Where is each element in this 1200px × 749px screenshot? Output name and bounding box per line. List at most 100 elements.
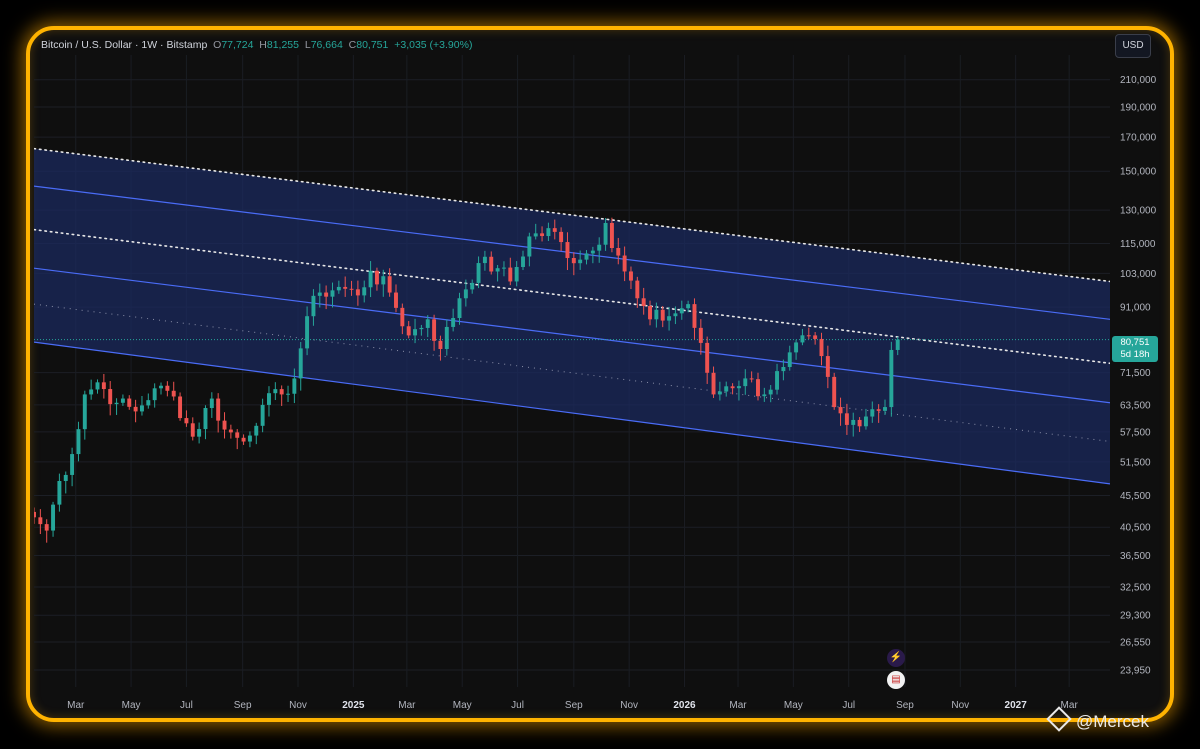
candle-body: [165, 385, 170, 391]
candle-body: [57, 481, 62, 505]
candle: [171, 381, 176, 401]
candle-body: [851, 419, 856, 425]
lightning-event-icon[interactable]: ⚡: [887, 649, 905, 667]
candle-body: [241, 437, 246, 442]
symbol-name[interactable]: Bitcoin / U.S. Dollar · 1W · Bitstamp: [41, 39, 207, 51]
candle: [159, 382, 163, 395]
candle-body: [171, 390, 176, 397]
candle-body: [889, 349, 894, 408]
candle-body: [775, 371, 780, 390]
candle-body: [152, 388, 157, 401]
y-tick-label: 36,500: [1120, 551, 1151, 562]
x-tick-label: May: [122, 700, 141, 711]
candle: [146, 393, 151, 409]
y-tick-label: 115,000: [1120, 239, 1156, 250]
open-value: 77,724: [221, 39, 254, 51]
candle: [286, 385, 290, 402]
x-tick-label: Jul: [511, 700, 524, 711]
y-tick-label: 23,950: [1120, 666, 1151, 677]
candle-body: [844, 413, 849, 425]
x-tick-label: Nov: [951, 700, 969, 711]
candle-body: [228, 429, 233, 433]
candle-body: [70, 454, 75, 475]
candle: [108, 381, 113, 416]
candle: [190, 417, 195, 441]
candle-body: [597, 244, 602, 251]
candle-body: [406, 326, 411, 336]
candle-body: [559, 231, 564, 243]
candle-body: [635, 280, 640, 299]
candle-body: [95, 382, 100, 390]
candle-body: [876, 409, 881, 411]
candle-body: [629, 271, 633, 281]
candle-body: [584, 253, 589, 260]
candle-body: [114, 402, 119, 405]
candle: [34, 507, 36, 524]
candle: [184, 410, 189, 427]
x-tick-label: Sep: [896, 700, 914, 711]
candle-body: [648, 306, 652, 320]
candle-body: [838, 407, 843, 414]
y-tick-label: 190,000: [1120, 102, 1157, 113]
y-tick-label: 170,000: [1120, 133, 1157, 144]
candle: [139, 395, 144, 416]
candle-body: [286, 393, 290, 395]
candle-body: [133, 406, 138, 412]
candle: [120, 394, 125, 406]
candle-body: [184, 418, 189, 424]
us-flag-event-icon[interactable]: ▤: [887, 671, 905, 689]
y-tick-label: 29,300: [1120, 611, 1151, 622]
candle: [267, 386, 271, 417]
candle-body: [349, 288, 354, 290]
candle-body: [432, 319, 437, 341]
candle-body: [743, 378, 748, 387]
candle-body: [686, 304, 691, 309]
candle-body: [501, 267, 506, 269]
candle-body: [768, 389, 773, 395]
y-tick-label: 91,000: [1120, 303, 1151, 314]
candle-body: [508, 267, 513, 282]
x-tick-label: 2025: [342, 700, 365, 711]
candle-body: [216, 398, 221, 421]
price-axis[interactable]: 210,000 190,000 170,000 150,000 130,000 115,0…: [1120, 75, 1157, 676]
candle: [44, 519, 49, 543]
candle: [216, 393, 221, 433]
candle-body: [260, 404, 265, 426]
candle-body: [895, 339, 900, 350]
x-tick-label: Jul: [842, 700, 855, 711]
candle-body: [870, 409, 875, 417]
y-tick-label: 150,000: [1120, 167, 1157, 178]
candle-body: [38, 517, 43, 525]
candle: [298, 341, 303, 391]
x-tick-label: May: [453, 700, 472, 711]
y-tick-label: 57,500: [1120, 427, 1151, 438]
candle-body: [717, 391, 722, 395]
candle-body: [127, 398, 132, 407]
candle-body: [343, 286, 348, 289]
candle-body: [101, 382, 106, 390]
candle-body: [470, 282, 475, 290]
candle-body: [273, 389, 278, 394]
candle-body: [362, 287, 367, 296]
candle-body: [34, 511, 36, 518]
candle-body: [781, 367, 786, 372]
candle-body: [514, 267, 519, 282]
price-chart[interactable]: 210,000 190,000 170,000 150,000 130,000 115,0…: [0, 0, 1200, 749]
candle-body: [540, 233, 545, 237]
change-value: +3,035 (+3.90%): [394, 39, 473, 51]
x-tick-label: 2027: [1005, 700, 1028, 711]
candle-body: [146, 400, 151, 406]
time-axis[interactable]: Mar May Jul Sep Nov 2025 Mar May Jul Sep Nov 2026 Ma…: [67, 700, 1078, 711]
candle-body: [235, 432, 240, 438]
candle-body: [247, 435, 252, 442]
candle-body: [457, 298, 462, 319]
candle: [38, 509, 43, 535]
currency-button[interactable]: USD: [1115, 34, 1151, 58]
x-tick-label: Mar: [729, 700, 747, 711]
candle-body: [374, 270, 379, 285]
candle: [197, 422, 202, 444]
candle-body: [355, 289, 360, 296]
candle: [209, 392, 214, 418]
candle-body: [603, 222, 608, 245]
y-tick-label: 26,550: [1120, 638, 1151, 649]
